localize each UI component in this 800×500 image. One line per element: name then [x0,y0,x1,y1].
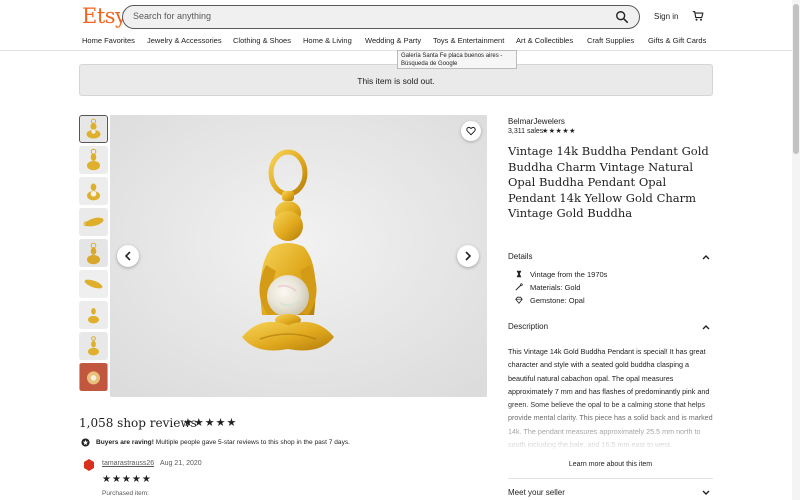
cart-icon[interactable] [692,10,704,22]
category-nav: Home Favorites Jewelry & Accessories Clo… [0,35,800,49]
chevron-left-icon [125,251,131,261]
review-rating-stars: ★★★★★ [102,474,152,485]
detail-vintage: Vintage from the 1970s [530,270,608,279]
shop-sales-count: 3,311 sales [508,128,544,135]
section-divider [508,478,713,479]
listing-title: Vintage 14k Buddha Pendant Gold Buddha C… [508,144,709,220]
meet-seller-heading[interactable]: Meet your seller [508,488,565,497]
next-image-button[interactable] [457,245,479,267]
badge-star-icon [81,438,90,447]
nav-craft-supplies[interactable]: Craft Supplies [587,36,634,45]
nav-home-favorites[interactable]: Home Favorites [82,36,135,45]
sign-in-link[interactable]: Sign in [654,12,678,21]
scrollbar-thumb[interactable] [793,4,799,154]
chevron-up-icon[interactable] [702,254,710,260]
raving-bold: Buyers are raving! [96,439,154,446]
site-header: Etsy Search for anything Sign in Home Fa… [0,0,800,50]
thumbnail[interactable] [79,301,108,329]
shop-name-link[interactable]: BelmarJewelers [508,117,565,126]
chevron-up-icon[interactable] [702,324,710,330]
thumbnail[interactable] [79,146,108,174]
nav-gifts-gift-cards[interactable]: Gifts & Gift Cards [648,36,706,45]
thumbnail[interactable] [79,115,108,143]
reviewer-name[interactable]: tamarastrauss26 [102,460,154,467]
nav-art-collectibles[interactable]: Art & Collectibles [516,36,573,45]
needle-icon [515,283,523,291]
search-input[interactable]: Search for anything [133,11,211,21]
clock-icon [516,270,522,278]
nav-clothing-shoes[interactable]: Clothing & Shoes [233,36,291,45]
reviewer-avatar[interactable] [82,458,96,472]
product-image [110,115,487,397]
nav-toys-entertainment[interactable]: Toys & Entertainment [433,36,504,45]
browser-tooltip: Galería Santa Fe placa buenos aires - Bú… [397,50,517,69]
raving-notice: Buyers are raving! Multiple people gave … [96,439,350,446]
heart-icon [466,126,476,136]
thumbnail[interactable] [79,239,108,267]
etsy-logo[interactable]: Etsy [82,4,127,28]
shop-rating-stars: ★★★★★ [542,128,576,135]
nav-wedding-party[interactable]: Wedding & Party [365,36,421,45]
search-icon[interactable] [615,10,629,24]
details-heading[interactable]: Details [508,252,532,261]
tooltip-line-1: Galería Santa Fe placa buenos aires - [401,53,503,59]
chevron-right-icon [465,251,471,261]
detail-gemstone: Gemstone: Opal [530,296,585,305]
reviews-heading: 1,058 shop reviews [79,416,197,430]
learn-more-button[interactable]: Learn more about this item [508,461,713,468]
search-bar[interactable]: Search for anything [122,5,640,29]
thumbnail[interactable] [79,270,108,298]
review-date: Aug 21, 2020 [160,460,202,467]
nav-jewelry-accessories[interactable]: Jewelry & Accessories [147,36,222,45]
thumbnail[interactable] [79,363,108,391]
sold-out-banner: This item is sold out. [79,64,713,96]
thumbnail[interactable] [79,332,108,360]
chevron-down-icon[interactable] [702,490,710,496]
thumbnail[interactable] [79,177,108,205]
description-fade [508,400,714,454]
reviews-rating-stars: ★★★★★ [183,417,238,429]
purchased-item-label: Purchased item: [102,490,149,497]
sold-out-text: This item is sold out. [357,76,435,86]
prev-image-button[interactable] [117,245,139,267]
description-heading[interactable]: Description [508,322,548,331]
tooltip-line-2: Búsqueda de Google [401,61,458,67]
gem-icon [515,296,523,304]
favorite-button[interactable] [461,121,481,141]
raving-text: Multiple people gave 5-star reviews to t… [153,439,350,446]
detail-materials: Materials: Gold [530,283,581,292]
nav-home-living[interactable]: Home & Living [303,36,352,45]
buddha-pendant-illustration [110,115,487,397]
scrollbar[interactable] [792,0,800,500]
thumbnail[interactable] [79,208,108,236]
